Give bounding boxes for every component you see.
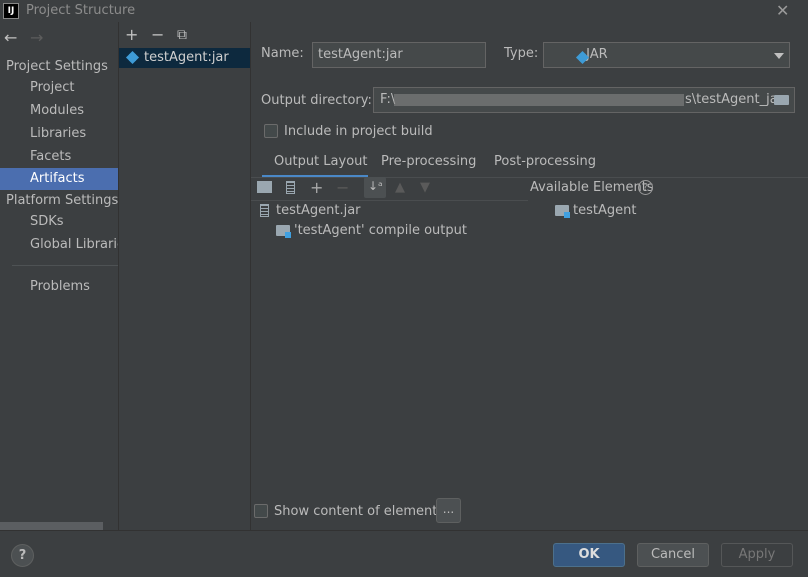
create-archive-icon[interactable] — [286, 181, 295, 194]
move-down-icon[interactable]: ▼ — [420, 180, 430, 195]
artifact-diamond-icon — [125, 50, 140, 65]
sidebar-divider — [12, 265, 118, 266]
output-directory-input[interactable]: F:\ s\testAgent_jar — [373, 87, 795, 113]
apply-button[interactable]: Apply — [721, 543, 793, 567]
forward-arrow-icon[interactable]: → — [30, 28, 43, 47]
module-badge-icon-2 — [564, 212, 570, 218]
sidebar-item-sdks[interactable]: SDKs — [0, 211, 118, 233]
type-label: Type: — [504, 46, 539, 61]
include-in-build-label: Include in project build — [284, 124, 433, 139]
output-dir-prefix: F:\ — [380, 92, 396, 107]
sidebar-item-facets[interactable]: Facets — [0, 146, 118, 168]
available-item-testagent[interactable]: testAgent — [573, 203, 636, 218]
sort-elements-button[interactable]: ↓ᵃ — [364, 177, 386, 198]
copy-artifact-button[interactable]: ⧉ — [177, 27, 187, 43]
tree-root-jar[interactable]: testAgent.jar — [276, 203, 361, 218]
jar-diamond-icon — [575, 50, 590, 65]
artifacts-panel — [119, 22, 250, 530]
tab-pre-processing[interactable]: Pre-processing — [381, 154, 476, 169]
chevron-down-icon — [774, 53, 784, 59]
add-artifact-button[interactable]: + — [125, 27, 138, 43]
close-icon[interactable]: ✕ — [776, 1, 789, 20]
help-button[interactable]: ? — [11, 544, 34, 567]
sidebar-item-modules[interactable]: Modules — [0, 100, 118, 122]
sidebar-item-problems[interactable]: Problems — [0, 276, 118, 298]
back-arrow-icon[interactable]: ← — [4, 28, 17, 47]
sidebar-item-project[interactable]: Project — [0, 77, 118, 99]
remove-artifact-button[interactable]: − — [151, 27, 164, 43]
cancel-button[interactable]: Cancel — [637, 543, 709, 567]
output-directory-label: Output directory: — [261, 93, 372, 108]
show-content-label: Show content of elements — [274, 504, 445, 519]
name-label: Name: — [261, 46, 304, 61]
window-title: Project Structure — [26, 3, 136, 18]
add-element-button[interactable]: + — [310, 178, 323, 197]
tab-output-layout[interactable]: Output Layout — [274, 154, 367, 169]
platform-settings-header: Platform Settings — [6, 193, 119, 208]
redacted-path-block — [394, 94, 684, 106]
sidebar-scrollbar[interactable] — [0, 522, 103, 530]
show-content-checkbox[interactable] — [254, 504, 268, 518]
project-settings-header: Project Settings — [6, 59, 108, 74]
intellij-logo-icon: IJ — [3, 3, 19, 19]
include-in-build-checkbox[interactable] — [264, 124, 278, 138]
footer-divider-line — [0, 530, 808, 531]
artifacts-divider-line — [250, 22, 251, 530]
tab-post-processing[interactable]: Post-processing — [494, 154, 596, 169]
jar-file-icon — [260, 204, 269, 217]
output-dir-suffix: s\testAgent_jar — [685, 92, 784, 107]
show-content-options-button[interactable]: ... — [436, 498, 461, 523]
browse-folder-icon[interactable] — [774, 95, 789, 105]
name-input[interactable]: testAgent:jar — [312, 42, 486, 68]
tabs-divider — [251, 177, 808, 178]
available-elements-header: Available Elements — [530, 180, 654, 195]
sidebar-item-libraries[interactable]: Libraries — [0, 123, 118, 145]
new-directory-icon[interactable] — [257, 181, 272, 193]
sidebar-item-artifacts[interactable]: Artifacts — [0, 168, 118, 190]
artifact-name: testAgent:jar — [144, 50, 229, 65]
type-select-value: JAR — [586, 47, 608, 62]
type-select[interactable]: JAR — [543, 42, 790, 68]
move-up-icon[interactable]: ▲ — [395, 180, 405, 195]
tree-top-divider — [251, 200, 528, 201]
module-badge-icon — [285, 232, 291, 238]
remove-element-button[interactable]: − — [336, 178, 349, 197]
sidebar-item-global-libraries[interactable]: Global Libraries — [0, 234, 118, 256]
ok-button[interactable]: OK — [553, 543, 625, 567]
artifact-list-item[interactable]: testAgent:jar — [119, 48, 250, 68]
help-circle-icon[interactable]: ? — [638, 180, 653, 195]
tree-compile-output[interactable]: 'testAgent' compile output — [294, 223, 467, 238]
sort-alpha-icon: ↓ᵃ — [368, 179, 383, 193]
